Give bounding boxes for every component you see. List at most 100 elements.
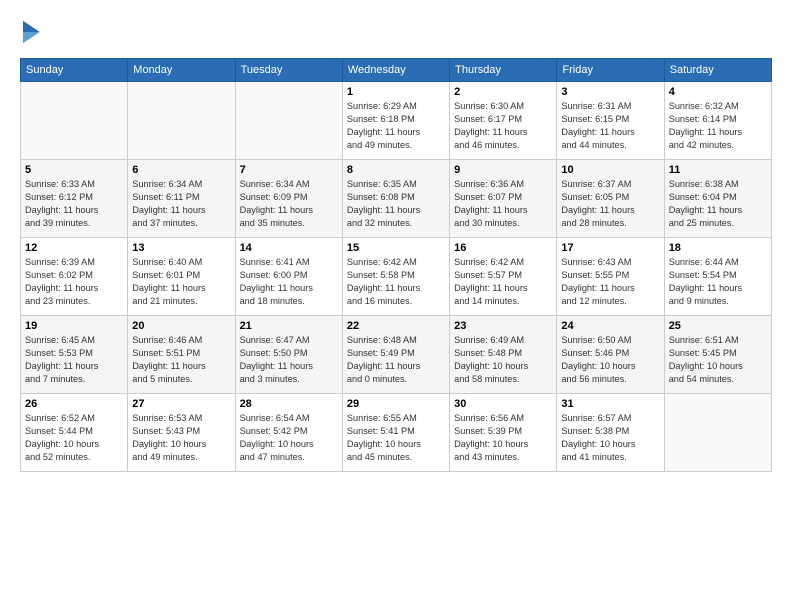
calendar-cell: 13 Sunrise: 6:40 AM Sunset: 6:01 PM Dayli… bbox=[128, 238, 235, 316]
day-number: 11 bbox=[669, 164, 767, 176]
day-number: 29 bbox=[347, 398, 445, 410]
day-info: Sunrise: 6:52 AM Sunset: 5:44 PM Dayligh… bbox=[25, 412, 123, 464]
calendar-cell: 6Sunrise: 6:34 AM Sunset: 6:11 PM Daylig… bbox=[128, 160, 235, 238]
logo-bird-icon bbox=[20, 18, 40, 46]
day-info: Sunrise: 6:34 AM Sunset: 6:11 PM Dayligh… bbox=[132, 178, 230, 230]
day-number: 25 bbox=[669, 320, 767, 332]
day-number: 26 bbox=[25, 398, 123, 410]
calendar-table: SundayMondayTuesdayWednesdayThursdayFrid… bbox=[20, 58, 772, 472]
day-number: 12 bbox=[25, 242, 123, 254]
page: SundayMondayTuesdayWednesdayThursdayFrid… bbox=[0, 0, 792, 612]
day-info: Sunrise: 6:49 AM Sunset: 5:48 PM Dayligh… bbox=[454, 334, 552, 386]
calendar-cell: 4Sunrise: 6:32 AM Sunset: 6:14 PM Daylig… bbox=[664, 82, 771, 160]
day-info: Sunrise: 6:34 AM Sunset: 6:09 PM Dayligh… bbox=[240, 178, 338, 230]
day-number: 3 bbox=[561, 86, 659, 98]
day-number: 7 bbox=[240, 164, 338, 176]
day-info: Sunrise: 6:46 AM Sunset: 5:51 PM Dayligh… bbox=[132, 334, 230, 386]
header bbox=[20, 18, 772, 46]
day-info: Sunrise: 6:41 AM Sunset: 6:00 PM Dayligh… bbox=[240, 256, 338, 308]
day-number: 19 bbox=[25, 320, 123, 332]
day-number: 5 bbox=[25, 164, 123, 176]
day-info: Sunrise: 6:56 AM Sunset: 5:39 PM Dayligh… bbox=[454, 412, 552, 464]
day-number: 21 bbox=[240, 320, 338, 332]
day-info: Sunrise: 6:39 AM Sunset: 6:02 PM Dayligh… bbox=[25, 256, 123, 308]
day-of-week-header: Monday bbox=[128, 59, 235, 82]
day-number: 22 bbox=[347, 320, 445, 332]
day-number: 23 bbox=[454, 320, 552, 332]
calendar-cell: 28Sunrise: 6:54 AM Sunset: 5:42 PM Dayli… bbox=[235, 394, 342, 472]
day-number: 16 bbox=[454, 242, 552, 254]
calendar-cell: 30 Sunrise: 6:56 AM Sunset: 5:39 PM Dayli… bbox=[450, 394, 557, 472]
day-of-week-header: Friday bbox=[557, 59, 664, 82]
day-number: 27 bbox=[132, 398, 230, 410]
day-number: 31 bbox=[561, 398, 659, 410]
calendar-cell: 3 Sunrise: 6:31 AM Sunset: 6:15 PM Daylig… bbox=[557, 82, 664, 160]
day-info: Sunrise: 6:40 AM Sunset: 6:01 PM Dayligh… bbox=[132, 256, 230, 308]
calendar-cell: 12 Sunrise: 6:39 AM Sunset: 6:02 PM Dayli… bbox=[21, 238, 128, 316]
calendar-cell: 24 Sunrise: 6:50 AM Sunset: 5:46 PM Dayli… bbox=[557, 316, 664, 394]
day-info: Sunrise: 6:32 AM Sunset: 6:14 PM Dayligh… bbox=[669, 100, 767, 152]
day-number: 28 bbox=[240, 398, 338, 410]
calendar-cell: 5Sunrise: 6:33 AM Sunset: 6:12 PM Daylig… bbox=[21, 160, 128, 238]
day-info: Sunrise: 6:38 AM Sunset: 6:04 PM Dayligh… bbox=[669, 178, 767, 230]
day-number: 30 bbox=[454, 398, 552, 410]
day-number: 14 bbox=[240, 242, 338, 254]
calendar-cell: 14 Sunrise: 6:41 AM Sunset: 6:00 PM Dayli… bbox=[235, 238, 342, 316]
day-number: 10 bbox=[561, 164, 659, 176]
calendar-week-row: 26 Sunrise: 6:52 AM Sunset: 5:44 PM Dayli… bbox=[21, 394, 772, 472]
day-number: 24 bbox=[561, 320, 659, 332]
calendar-week-row: 12 Sunrise: 6:39 AM Sunset: 6:02 PM Dayli… bbox=[21, 238, 772, 316]
day-info: Sunrise: 6:42 AM Sunset: 5:57 PM Dayligh… bbox=[454, 256, 552, 308]
day-info: Sunrise: 6:30 AM Sunset: 6:17 PM Dayligh… bbox=[454, 100, 552, 152]
day-info: Sunrise: 6:43 AM Sunset: 5:55 PM Dayligh… bbox=[561, 256, 659, 308]
day-info: Sunrise: 6:45 AM Sunset: 5:53 PM Dayligh… bbox=[25, 334, 123, 386]
day-info: Sunrise: 6:37 AM Sunset: 6:05 PM Dayligh… bbox=[561, 178, 659, 230]
day-info: Sunrise: 6:51 AM Sunset: 5:45 PM Dayligh… bbox=[669, 334, 767, 386]
day-info: Sunrise: 6:55 AM Sunset: 5:41 PM Dayligh… bbox=[347, 412, 445, 464]
calendar-cell bbox=[128, 82, 235, 160]
day-of-week-header: Thursday bbox=[450, 59, 557, 82]
calendar-week-row: 1 Sunrise: 6:29 AM Sunset: 6:18 PM Daylig… bbox=[21, 82, 772, 160]
day-info: Sunrise: 6:42 AM Sunset: 5:58 PM Dayligh… bbox=[347, 256, 445, 308]
calendar-cell: 17 Sunrise: 6:43 AM Sunset: 5:55 PM Dayli… bbox=[557, 238, 664, 316]
calendar-cell: 1 Sunrise: 6:29 AM Sunset: 6:18 PM Daylig… bbox=[342, 82, 449, 160]
day-of-week-header: Wednesday bbox=[342, 59, 449, 82]
day-number: 15 bbox=[347, 242, 445, 254]
calendar-cell: 21Sunrise: 6:47 AM Sunset: 5:50 PM Dayli… bbox=[235, 316, 342, 394]
calendar-week-row: 19 Sunrise: 6:45 AM Sunset: 5:53 PM Dayli… bbox=[21, 316, 772, 394]
calendar-cell: 7 Sunrise: 6:34 AM Sunset: 6:09 PM Daylig… bbox=[235, 160, 342, 238]
day-number: 9 bbox=[454, 164, 552, 176]
day-of-week-header: Saturday bbox=[664, 59, 771, 82]
day-info: Sunrise: 6:44 AM Sunset: 5:54 PM Dayligh… bbox=[669, 256, 767, 308]
logo bbox=[20, 18, 44, 46]
calendar-cell: 20Sunrise: 6:46 AM Sunset: 5:51 PM Dayli… bbox=[128, 316, 235, 394]
day-number: 18 bbox=[669, 242, 767, 254]
day-info: Sunrise: 6:29 AM Sunset: 6:18 PM Dayligh… bbox=[347, 100, 445, 152]
day-info: Sunrise: 6:48 AM Sunset: 5:49 PM Dayligh… bbox=[347, 334, 445, 386]
day-info: Sunrise: 6:53 AM Sunset: 5:43 PM Dayligh… bbox=[132, 412, 230, 464]
day-number: 17 bbox=[561, 242, 659, 254]
day-of-week-header: Sunday bbox=[21, 59, 128, 82]
calendar-cell bbox=[21, 82, 128, 160]
calendar-cell: 18 Sunrise: 6:44 AM Sunset: 5:54 PM Dayli… bbox=[664, 238, 771, 316]
day-number: 1 bbox=[347, 86, 445, 98]
calendar-cell: 9 Sunrise: 6:36 AM Sunset: 6:07 PM Daylig… bbox=[450, 160, 557, 238]
calendar-cell: 19 Sunrise: 6:45 AM Sunset: 5:53 PM Dayli… bbox=[21, 316, 128, 394]
day-number: 2 bbox=[454, 86, 552, 98]
calendar-cell: 25 Sunrise: 6:51 AM Sunset: 5:45 PM Dayli… bbox=[664, 316, 771, 394]
day-number: 13 bbox=[132, 242, 230, 254]
calendar-cell: 26 Sunrise: 6:52 AM Sunset: 5:44 PM Dayli… bbox=[21, 394, 128, 472]
calendar-cell: 31Sunrise: 6:57 AM Sunset: 5:38 PM Dayli… bbox=[557, 394, 664, 472]
calendar-cell bbox=[664, 394, 771, 472]
calendar-cell: 2 Sunrise: 6:30 AM Sunset: 6:17 PM Daylig… bbox=[450, 82, 557, 160]
calendar-cell: 10 Sunrise: 6:37 AM Sunset: 6:05 PM Dayli… bbox=[557, 160, 664, 238]
calendar-cell: 15 Sunrise: 6:42 AM Sunset: 5:58 PM Dayli… bbox=[342, 238, 449, 316]
day-info: Sunrise: 6:36 AM Sunset: 6:07 PM Dayligh… bbox=[454, 178, 552, 230]
calendar-cell: 8Sunrise: 6:35 AM Sunset: 6:08 PM Daylig… bbox=[342, 160, 449, 238]
day-of-week-header: Tuesday bbox=[235, 59, 342, 82]
calendar-cell: 29 Sunrise: 6:55 AM Sunset: 5:41 PM Dayli… bbox=[342, 394, 449, 472]
calendar-header-row: SundayMondayTuesdayWednesdayThursdayFrid… bbox=[21, 59, 772, 82]
day-info: Sunrise: 6:31 AM Sunset: 6:15 PM Dayligh… bbox=[561, 100, 659, 152]
day-info: Sunrise: 6:50 AM Sunset: 5:46 PM Dayligh… bbox=[561, 334, 659, 386]
calendar-cell: 22 Sunrise: 6:48 AM Sunset: 5:49 PM Dayli… bbox=[342, 316, 449, 394]
